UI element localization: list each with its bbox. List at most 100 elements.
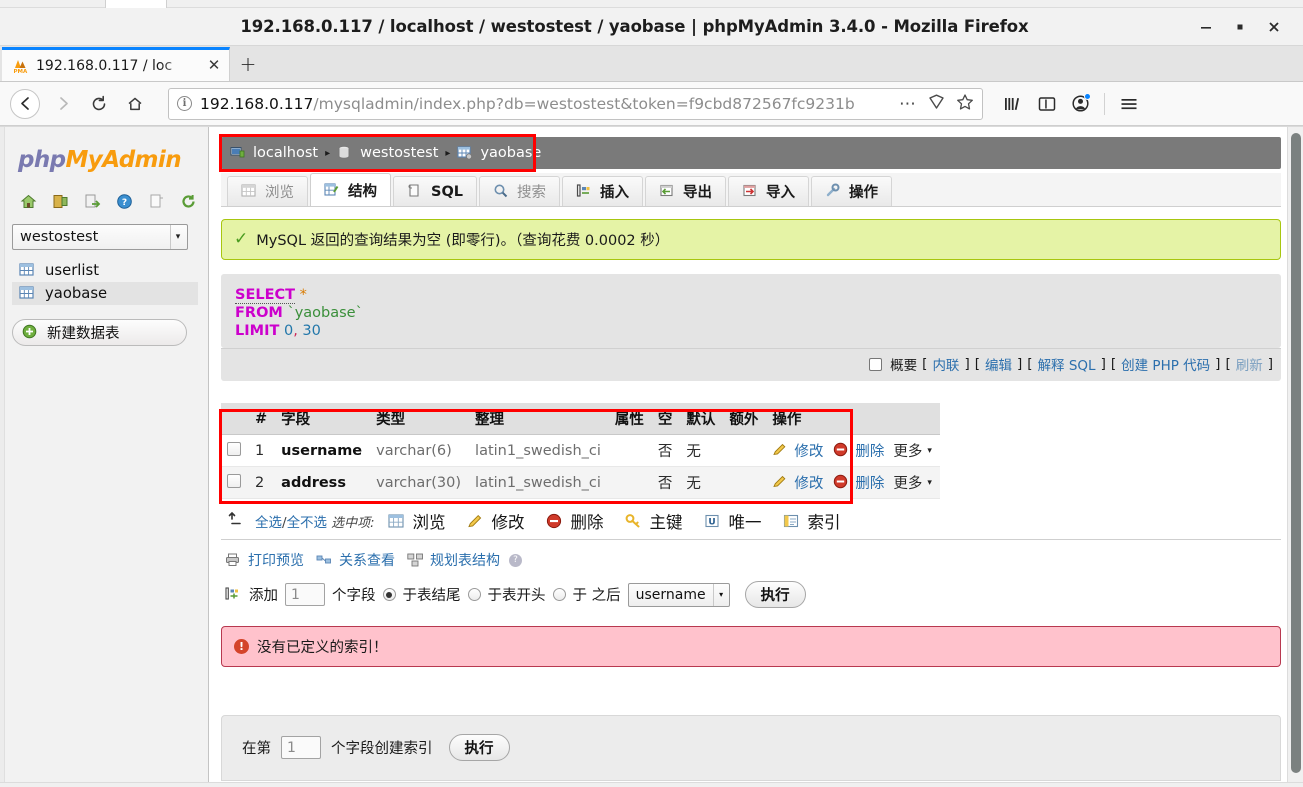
action-change[interactable]: 修改 <box>467 509 524 533</box>
relation-view-link[interactable]: 关系查看 <box>339 550 395 570</box>
action-drop[interactable]: 删除 <box>546 509 603 533</box>
breadcrumb-database[interactable]: westostest <box>337 145 438 162</box>
page-content: phpMyAdmin ? westostest ▾ userlist yaoba… <box>0 126 1303 787</box>
bracket-open-3: [ <box>1027 356 1033 372</box>
breadcrumb-table[interactable]: yaobase <box>457 145 541 162</box>
tab-browse[interactable]: 浏览 <box>227 176 308 206</box>
edit-link[interactable]: 编辑 <box>985 354 1012 374</box>
select-all-link[interactable]: 全选 <box>255 515 282 531</box>
row-checkbox[interactable] <box>227 441 241 456</box>
library-icon[interactable] <box>1003 95 1023 113</box>
phpmyadmin-logo[interactable]: phpMyAdmin <box>18 147 198 173</box>
action-index[interactable]: 索引 <box>783 509 840 533</box>
row-drop-link[interactable]: 删除 <box>855 472 884 493</box>
maximize-button[interactable] <box>1223 12 1257 42</box>
url-bar[interactable]: i 192.168.0.117/mysqladmin/index.php?db=… <box>168 87 983 120</box>
refresh-link[interactable]: 刷新 <box>1236 354 1263 374</box>
add-field-count-input[interactable]: 1 <box>285 583 325 606</box>
tab-operations[interactable]: 操作 <box>811 176 893 206</box>
bookmark-star-icon[interactable] <box>956 93 974 115</box>
help-question-icon[interactable]: ? <box>509 553 522 567</box>
sidebar-table-userlist[interactable]: userlist <box>12 259 198 282</box>
radio-at-end[interactable] <box>382 588 396 601</box>
action-primary-key[interactable]: 主键 <box>625 509 682 533</box>
edit-pencil-icon[interactable] <box>772 442 789 459</box>
new-table-button[interactable]: 新建数据表 <box>12 319 187 346</box>
header-default[interactable]: 默认 <box>680 403 724 435</box>
header-extra[interactable]: 额外 <box>723 403 767 435</box>
header-null[interactable]: 空 <box>651 403 681 435</box>
radio-at-beginning[interactable] <box>467 588 481 601</box>
header-collation[interactable]: 整理 <box>469 403 609 435</box>
site-info-icon[interactable]: i <box>177 96 192 111</box>
explain-sql-link[interactable]: 解释 SQL <box>1038 354 1096 374</box>
row-drop-link[interactable]: 删除 <box>855 440 884 461</box>
tab-insert[interactable]: 插入 <box>562 176 644 206</box>
index-count-input[interactable]: 1 <box>281 736 321 759</box>
account-icon[interactable] <box>1071 93 1091 113</box>
browser-tab-active[interactable]: PMA 192.168.0.117 / loc ✕ <box>2 47 230 81</box>
reload-icon[interactable] <box>180 193 197 210</box>
after-field-select[interactable]: username ▾ <box>627 582 730 607</box>
tab-export[interactable]: 导出 <box>645 176 727 206</box>
action-unique[interactable]: U 唯一 <box>704 509 761 533</box>
reader-mode-icon[interactable] <box>928 93 945 114</box>
sidebar-table-yaobase[interactable]: yaobase <box>12 282 198 305</box>
tab-close-icon[interactable]: ✕ <box>205 57 223 75</box>
query-result-text: MySQL 返回的查询结果为空 (即零行)。（查询花费 0.0002 秒） <box>256 233 670 249</box>
help-icon[interactable]: ? <box>116 193 133 210</box>
forward-button[interactable] <box>46 87 80 121</box>
chevron-down-icon[interactable]: ▾ <box>927 478 932 488</box>
create-index-go-button[interactable]: 执行 <box>448 734 510 761</box>
tab-import[interactable]: 导入 <box>728 176 810 206</box>
row-edit-link[interactable]: 修改 <box>794 472 823 493</box>
unique-icon: U <box>704 513 721 530</box>
tab-structure-label: 结构 <box>348 183 377 200</box>
print-preview-link[interactable]: 打印预览 <box>248 550 304 570</box>
page-actions-icon[interactable]: ⋯ <box>899 94 917 114</box>
reload-button[interactable] <box>82 87 116 121</box>
breadcrumb-server[interactable]: localhost <box>230 145 318 162</box>
logout-icon[interactable] <box>52 193 69 210</box>
create-php-link[interactable]: 创建 PHP 代码 <box>1121 354 1210 374</box>
window-top-strip <box>0 0 1303 8</box>
row-type: varchar(30) <box>370 466 470 499</box>
header-type[interactable]: 类型 <box>370 403 470 435</box>
row-more-label[interactable]: 更多 <box>893 440 922 461</box>
row-edit-link[interactable]: 修改 <box>794 440 823 461</box>
breadcrumb-database-label: westostest <box>360 145 439 161</box>
docs-icon[interactable] <box>148 193 165 210</box>
summary-checkbox[interactable] <box>869 357 883 371</box>
edit-pencil-icon[interactable] <box>772 474 789 491</box>
page-scrollbar-thumb[interactable] <box>1291 133 1301 773</box>
database-select[interactable]: westostest ▾ <box>12 224 188 250</box>
row-nullable: 否 <box>651 434 681 467</box>
sidebar-icon[interactable] <box>1037 95 1057 113</box>
chevron-down-icon[interactable]: ▾ <box>927 446 932 456</box>
new-tab-button[interactable]: + <box>230 47 266 81</box>
row-more-label[interactable]: 更多 <box>893 472 922 493</box>
action-browse[interactable]: 浏览 <box>388 509 445 533</box>
propose-structure-link[interactable]: 规划表结构 <box>430 550 500 570</box>
page-scrollbar[interactable] <box>1287 127 1303 787</box>
firefox-window: 192.168.0.117 / localhost / westostest /… <box>0 0 1303 787</box>
tab-sql[interactable]: SQL <box>393 176 478 206</box>
export-icon[interactable] <box>84 193 101 210</box>
row-checkbox[interactable] <box>227 473 241 488</box>
tab-search[interactable]: 搜索 <box>479 176 561 206</box>
close-button[interactable] <box>1257 12 1291 42</box>
add-field-go-button[interactable]: 执行 <box>744 581 806 608</box>
home-icon[interactable] <box>20 193 37 210</box>
header-field[interactable]: 字段 <box>275 403 371 435</box>
tab-structure[interactable]: 结构 <box>310 173 391 206</box>
delete-icon[interactable] <box>833 474 850 491</box>
select-none-link[interactable]: 全不选 <box>287 515 328 531</box>
inline-link[interactable]: 内联 <box>932 354 959 374</box>
hamburger-menu-icon[interactable] <box>1119 95 1139 113</box>
header-attributes[interactable]: 属性 <box>608 403 652 435</box>
back-button[interactable] <box>10 88 40 119</box>
minimize-button[interactable] <box>1189 12 1223 42</box>
radio-after-field[interactable] <box>552 588 566 601</box>
home-button[interactable] <box>118 87 152 121</box>
delete-icon[interactable] <box>833 442 850 459</box>
